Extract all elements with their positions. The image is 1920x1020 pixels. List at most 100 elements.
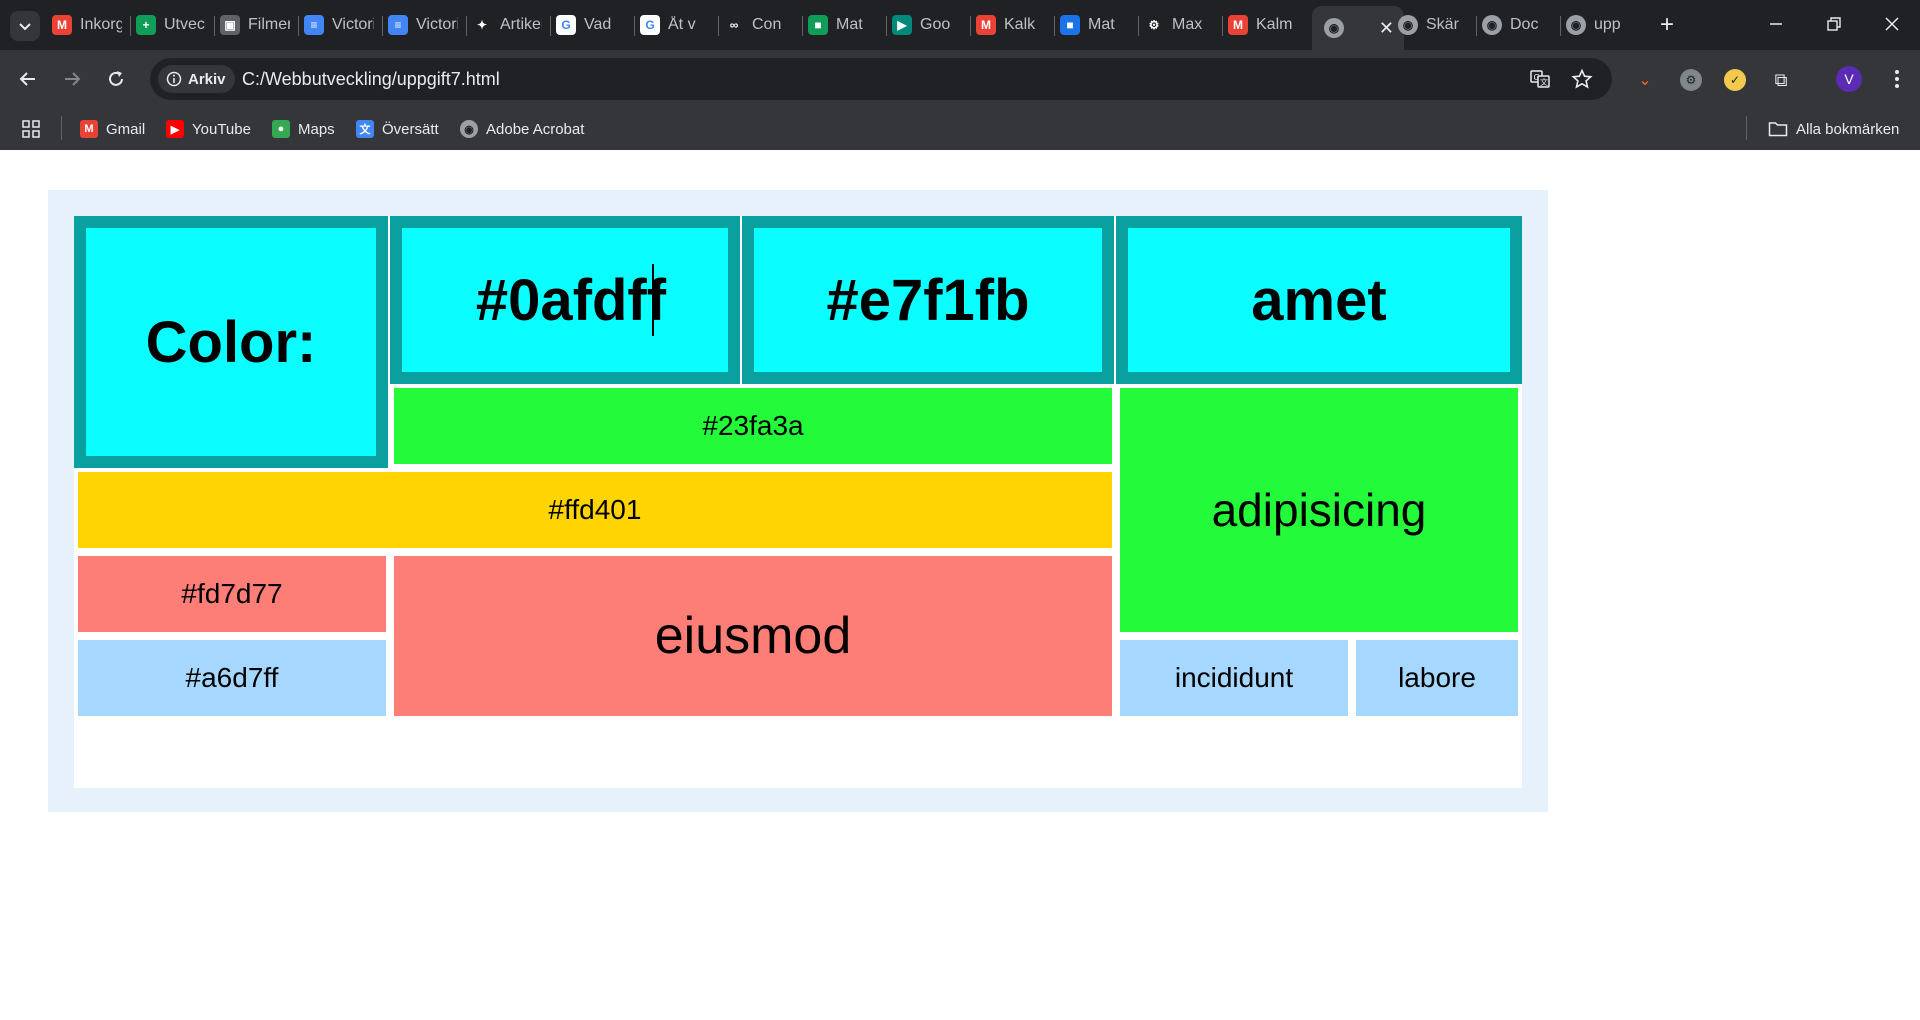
tab-separator [130, 16, 131, 36]
amet-cell: amet [1116, 216, 1522, 384]
profile-avatar[interactable]: V [1836, 66, 1862, 92]
tab-title: Utveckling [164, 16, 206, 33]
site-info-label: Arkiv [188, 70, 226, 88]
reload-button[interactable] [100, 63, 132, 95]
browser-tab[interactable]: M Inkorg [52, 6, 122, 44]
browser-tab[interactable]: G Vad [556, 6, 626, 44]
tab-close-icon[interactable]: ✕ [1379, 18, 1394, 39]
text-caret [652, 264, 655, 336]
browser-tab[interactable]: M Kalk [976, 6, 1046, 44]
all-bookmarks-button[interactable]: Alla bokmärken [1768, 118, 1899, 140]
hex-cell-1: #0afdff [390, 216, 740, 384]
tab-search-button[interactable] [10, 11, 40, 41]
browser-tab[interactable]: ◉ Doc [1482, 6, 1552, 44]
labore-text: labore [1398, 662, 1476, 693]
adipisicing-cell: adipisicing [1120, 388, 1518, 632]
hex-text-2: #e7f1fb [826, 267, 1030, 333]
extension-check-icon[interactable]: ✓ [1724, 69, 1746, 91]
browser-tab[interactable]: + Utveckling [136, 6, 206, 44]
browser-tab[interactable]: ⚙ Max [1144, 6, 1214, 44]
bookmark-item[interactable]: ◉ Adobe Acrobat [460, 118, 584, 140]
browser-tab[interactable]: M Kalm [1228, 6, 1298, 44]
tab-separator [634, 16, 635, 36]
tab-separator [718, 16, 719, 36]
bookmark-star-icon[interactable] [1570, 67, 1594, 91]
bookmark-label: Gmail [106, 120, 146, 138]
tab-title: Åt v [668, 16, 696, 33]
back-button[interactable] [12, 63, 44, 95]
restore-button[interactable] [1810, 6, 1858, 42]
browser-tab[interactable]: G Åt v [640, 6, 710, 44]
browser-tab[interactable]: ≡ Victoria [388, 6, 458, 44]
incididunt-text: incididunt [1174, 662, 1294, 693]
tab-title: Victoria [332, 16, 374, 33]
yellow-hex-text: #ffd401 [548, 494, 642, 525]
site-info-chip[interactable]: Arkiv [158, 65, 235, 93]
gmail-icon: M [52, 15, 72, 35]
url-text[interactable]: C:/Webbutveckling/uppgift7.html [242, 69, 500, 90]
browser-tab[interactable]: ■ Mat [1060, 6, 1130, 44]
forward-button[interactable] [56, 63, 88, 95]
more-menu-icon[interactable] [1884, 66, 1910, 92]
browser-tab[interactable]: ▶ Goo [892, 6, 962, 44]
tab-title: Victoria [416, 16, 458, 33]
loop-icon: ∞ [724, 15, 744, 35]
color-label: Color: [145, 309, 317, 375]
extension-fox-icon[interactable]: ⌄ [1634, 69, 1656, 91]
tab-title: Mat [836, 16, 863, 33]
bookmark-item[interactable]: M Gmail [80, 118, 145, 140]
browser-tab[interactable]: ◉ Skär [1398, 6, 1468, 44]
page-wrapper: Color: #0afdff #e7f1fb amet #23fa3a adip… [48, 190, 1548, 812]
tab-separator [382, 16, 383, 36]
tab-title: Skär [1426, 16, 1459, 33]
browser-tab[interactable]: ▣ Filmer [220, 6, 290, 44]
new-tab-button[interactable]: + [1652, 10, 1682, 40]
bookmark-label: Maps [298, 120, 335, 138]
translate-page-icon[interactable]: G文 [1528, 67, 1552, 91]
globe-icon: ◉ [1482, 15, 1502, 35]
browser-tab[interactable]: ■ Mat [808, 6, 878, 44]
hex-cell-2: #e7f1fb [742, 216, 1114, 384]
minimize-button[interactable] [1752, 6, 1800, 42]
tab-title: Kalm [1256, 16, 1293, 33]
tab-separator [886, 16, 887, 36]
extensions-puzzle-icon[interactable]: ⧉ [1770, 69, 1792, 91]
bookmark-item[interactable]: ▶ YouTube [166, 118, 251, 140]
info-icon [166, 71, 182, 87]
globe-icon: ◉ [1324, 18, 1344, 38]
pink-cell: #fd7d77 [78, 556, 386, 632]
blue-cell: #a6d7ff [78, 640, 386, 716]
bookmark-item[interactable]: ● Maps [272, 118, 335, 140]
arrow-left-icon [19, 72, 35, 86]
translate-icon: 文 [356, 120, 374, 138]
svg-text:文: 文 [1540, 77, 1548, 87]
tab-separator [1054, 16, 1055, 36]
minimize-icon [1770, 23, 1782, 25]
browser-tab[interactable]: ≡ Victoria [304, 6, 374, 44]
extension-grey-icon[interactable]: ⚙ [1680, 69, 1702, 91]
tab-separator [970, 16, 971, 36]
tab-separator [214, 16, 215, 36]
classroom-icon: ■ [808, 15, 828, 35]
address-bar[interactable]: Arkiv C:/Webbutveckling/uppgift7.html G文 [150, 58, 1612, 100]
youtube-icon: ▶ [166, 120, 184, 138]
tab-separator [298, 16, 299, 36]
close-window-button[interactable] [1868, 6, 1916, 42]
yellow-cell: #ffd401 [78, 472, 1112, 548]
browser-tab[interactable]: ◉ upp [1566, 6, 1636, 44]
tab-title: upp [1594, 16, 1621, 33]
google-icon: G [556, 15, 576, 35]
meet-icon: ▶ [892, 15, 912, 35]
apps-grid-button[interactable] [22, 118, 40, 140]
all-bookmarks-label: Alla bokmärken [1796, 120, 1900, 138]
browser-tab[interactable]: ◉ ✕ [1312, 6, 1404, 50]
eiusmod-text: eiusmod [654, 607, 852, 665]
browser-tab[interactable]: ∞ Con [724, 6, 794, 44]
chevron-down-icon [19, 23, 31, 31]
bookmark-item[interactable]: 文 Översätt [356, 118, 439, 140]
tab-title: Max [1172, 16, 1203, 33]
tab-title: Con [752, 16, 782, 33]
tab-separator [466, 16, 467, 36]
bookmarks-divider [61, 116, 62, 140]
browser-tab[interactable]: ✦ Artikel [472, 6, 542, 44]
